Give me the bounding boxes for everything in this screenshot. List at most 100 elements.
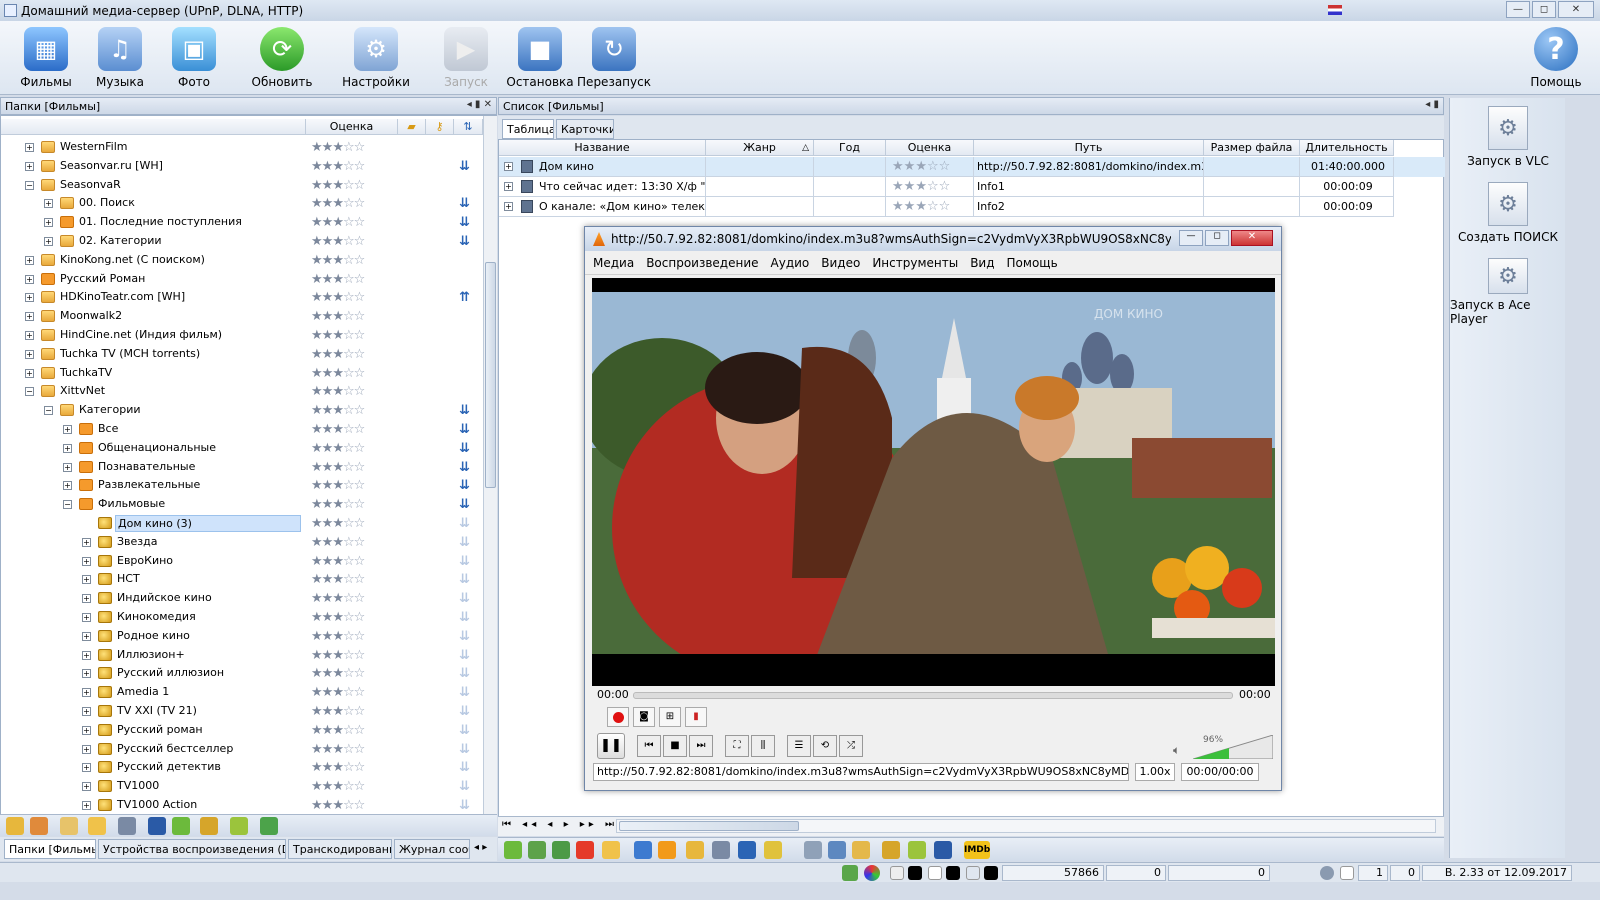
star-icon[interactable]: ★	[311, 215, 323, 230]
seek-bar[interactable]	[633, 692, 1233, 699]
vlc-menu-item[interactable]: Аудио	[771, 256, 810, 270]
star-icon[interactable]: ☆	[343, 535, 355, 550]
star-icon[interactable]: ☆	[343, 685, 355, 700]
collapse-icon[interactable]: −	[63, 500, 72, 510]
star-icon[interactable]: ★	[322, 779, 334, 794]
sort-down-icon[interactable]: ⇊	[459, 666, 470, 681]
star-icon[interactable]: ★	[322, 648, 334, 663]
star-icon[interactable]: ☆	[354, 422, 366, 437]
sort-down-icon[interactable]: ⇊	[459, 159, 470, 174]
star-icon[interactable]: ★	[892, 159, 904, 174]
tree-item[interactable]: + Все ★★★☆☆ ⇊	[1, 420, 483, 439]
swatch-gray-icon[interactable]	[966, 866, 980, 880]
video-frame[interactable]: ДОМ КИНО	[592, 278, 1275, 686]
rating-stars[interactable]: ★★★☆☆	[311, 779, 365, 794]
rating-stars[interactable]: ★★★☆☆	[311, 478, 365, 493]
star-icon[interactable]: ★	[322, 309, 334, 324]
tree-item[interactable]: + Amedia 1 ★★★☆☆ ⇊	[1, 683, 483, 702]
vlc-menu-item[interactable]: Инструменты	[872, 256, 958, 270]
expand-icon[interactable]: +	[25, 255, 34, 265]
star-icon[interactable]: ★	[311, 234, 323, 249]
star-icon[interactable]: ☆	[343, 253, 355, 268]
expand-icon[interactable]: +	[25, 143, 34, 152]
tree-item[interactable]: + HDKinoTeatr.com [WH] ★★★☆☆ ⇈	[1, 288, 483, 307]
playlist-button[interactable]: ☰	[787, 735, 811, 757]
playback-speed[interactable]: 1.00x	[1135, 763, 1175, 781]
sort-down-icon[interactable]: ⇊	[459, 196, 470, 211]
expand-icon[interactable]: +	[504, 162, 513, 171]
tree-item[interactable]: + Иллюзион+ ★★★☆☆ ⇊	[1, 646, 483, 665]
star-icon[interactable]: ☆	[354, 309, 366, 324]
star-icon[interactable]: ☆	[343, 629, 355, 644]
cloud-icon[interactable]	[88, 817, 106, 835]
list-icon[interactable]	[828, 841, 846, 859]
tab-dmr-devices[interactable]: Устройства воспроизведения (DMR)	[98, 839, 286, 859]
star-icon[interactable]: ★	[332, 253, 344, 268]
burst-icon[interactable]	[658, 841, 676, 859]
open-folder-icon[interactable]	[504, 841, 522, 859]
key-action-icon[interactable]	[882, 841, 900, 859]
star-icon[interactable]: ★	[332, 685, 344, 700]
rating-stars[interactable]: ★★★☆☆	[311, 309, 366, 324]
star-icon[interactable]: ★	[332, 554, 344, 569]
rating-stars[interactable]: ★★★☆☆	[311, 648, 365, 663]
col-duration[interactable]: Длительность	[1300, 140, 1394, 156]
expand-icon[interactable]: +	[82, 707, 91, 716]
star-icon[interactable]: ★	[322, 610, 334, 625]
star-icon[interactable]: ★	[322, 178, 334, 193]
column-icon-3[interactable]: ⇅	[454, 119, 483, 135]
swatch-white-icon[interactable]	[890, 866, 904, 880]
star-icon[interactable]: ★	[332, 196, 344, 211]
rating-stars[interactable]: ★★★☆☆	[311, 685, 365, 700]
col-genre[interactable]: Жанр △	[706, 140, 814, 156]
star-icon[interactable]: ☆	[354, 535, 366, 550]
star-icon[interactable]: ★	[311, 554, 323, 569]
tree-item[interactable]: + Кинокомедия ★★★☆☆ ⇊	[1, 608, 483, 627]
checkbox-icon[interactable]	[1340, 866, 1354, 880]
rating-stars[interactable]: ★★★☆☆	[311, 347, 365, 362]
vlc-menu-item[interactable]: Видео	[821, 256, 860, 270]
star-icon[interactable]: ★	[322, 591, 334, 606]
star-icon[interactable]: ★	[322, 196, 334, 211]
sort-down-icon[interactable]: ⇊	[459, 742, 470, 757]
sort-tool-icon[interactable]	[738, 841, 756, 859]
star-icon[interactable]: ★	[311, 196, 323, 211]
star-icon[interactable]: ★	[332, 403, 344, 418]
expand-icon[interactable]: +	[82, 744, 91, 754]
star-icon[interactable]: ★	[332, 798, 344, 813]
star-icon[interactable]: ★	[332, 234, 344, 249]
star-icon[interactable]: ☆	[354, 742, 366, 757]
star-icon[interactable]: ☆	[343, 648, 355, 663]
star-icon[interactable]: ★	[892, 199, 904, 214]
column-icon-2[interactable]: ⚷	[426, 119, 454, 135]
tree-item[interactable]: + НСТ ★★★☆☆ ⇊	[1, 570, 483, 589]
star-icon[interactable]: ★	[322, 328, 334, 343]
record-navigator[interactable]: ⏮ ◂◂ ◂ ▸ ▸▸ ⏭	[502, 819, 618, 830]
record-button[interactable]	[607, 707, 629, 727]
star-icon[interactable]: ☆	[939, 159, 951, 174]
tabs-scroll-arrows[interactable]: ◂ ▸	[474, 842, 487, 853]
tree-item[interactable]: − XittvNet ★★★☆☆	[1, 382, 483, 401]
tree-item[interactable]: + Звезда ★★★☆☆ ⇊	[1, 533, 483, 552]
vlc-close-button[interactable]: ✕	[1231, 230, 1273, 246]
rating-stars[interactable]: ★★★☆☆	[311, 422, 366, 437]
star-icon[interactable]: ☆	[927, 199, 939, 214]
expand-icon[interactable]: +	[82, 782, 91, 792]
star-icon[interactable]: ☆	[343, 272, 355, 287]
expand-icon[interactable]: +	[25, 331, 34, 340]
close-button[interactable]: ✕	[1558, 1, 1594, 18]
sort-down-icon[interactable]: ⇊	[459, 535, 470, 550]
start-server-button[interactable]: ▶ Запуск	[430, 23, 502, 93]
launch-ace-player-button[interactable]: ⚙ Запуск в Ace Player	[1450, 254, 1566, 326]
star-icon[interactable]: ☆	[343, 422, 355, 437]
star-icon[interactable]: ★	[332, 441, 344, 456]
rating-stars[interactable]: ★★★☆☆	[311, 798, 365, 813]
tree-item[interactable]: + Русский иллюзион ★★★☆☆ ⇊	[1, 664, 483, 683]
people-icon[interactable]	[230, 817, 248, 835]
sort-down-icon[interactable]: ⇊	[459, 629, 470, 644]
star-icon[interactable]: ☆	[939, 199, 951, 214]
star-icon[interactable]: ☆	[354, 554, 366, 569]
star-icon[interactable]: ☆	[354, 591, 366, 606]
rating-stars[interactable]: ★★★☆☆	[311, 140, 365, 155]
swatch-black-icon[interactable]	[946, 866, 960, 880]
